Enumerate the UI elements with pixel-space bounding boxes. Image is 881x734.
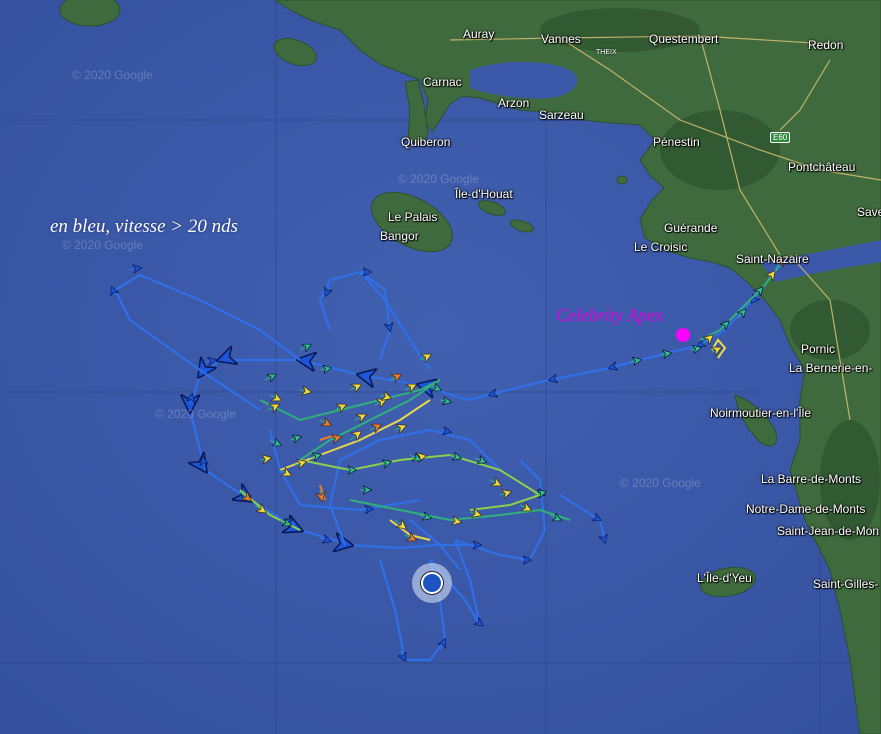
copyright-watermark: © 2020 Google — [62, 238, 143, 252]
place-label: Île-d'Houat — [455, 187, 513, 201]
place-label: Quiberon — [401, 135, 451, 149]
place-label: L'Île-d'Yeu — [697, 571, 752, 585]
place-label: Le Palais — [388, 210, 438, 224]
place-label: Questembert — [649, 32, 719, 46]
place-label: Pontchâteau — [788, 160, 856, 174]
ile-dumet — [616, 175, 628, 185]
place-label: THEIX — [596, 49, 617, 56]
place-label: Bangor — [380, 229, 419, 243]
copyright-watermark: © 2020 Google — [155, 407, 236, 421]
place-label: Guérande — [664, 221, 718, 235]
map-view[interactable]: © 2020 Google © 2020 Google © 2020 Googl… — [0, 0, 881, 734]
place-label: La Barre-de-Monts — [761, 472, 862, 486]
place-label: Noirmoutier-en-l'Île — [710, 406, 811, 420]
place-label: Auray — [463, 27, 495, 41]
place-label: Vannes — [541, 32, 581, 46]
speed-legend-caption: en bleu, vitesse > 20 nds — [50, 216, 239, 237]
place-label: La Bernerie-en- — [789, 361, 873, 375]
place-label: Sarzeau — [539, 108, 584, 122]
road-badge: E60 — [770, 132, 791, 143]
place-label: Carnac — [423, 75, 462, 89]
place-label: Saint-Jean-de-Mon — [777, 524, 880, 538]
place-label: Pénestin — [653, 135, 700, 149]
place-label: Pornic — [801, 342, 836, 356]
copyright-watermark: © 2020 Google — [620, 476, 701, 490]
place-label: Le Croisic — [634, 240, 688, 254]
copyright-watermark: © 2020 Google — [398, 172, 479, 186]
place-label: Save — [857, 205, 881, 219]
current-position-marker[interactable] — [421, 572, 443, 594]
place-label: Saint-Nazaire — [736, 252, 809, 266]
place-label: Redon — [808, 38, 844, 52]
copyright-watermark: © 2020 Google — [72, 68, 153, 82]
place-label: Saint-Gilles- — [813, 577, 879, 591]
vessel-position-marker[interactable] — [676, 328, 690, 342]
place-label: Arzon — [498, 96, 530, 110]
map-canvas — [0, 0, 881, 734]
place-label: Notre-Dame-de-Monts — [746, 502, 866, 516]
vessel-label: Celebrity Apex — [556, 305, 664, 325]
